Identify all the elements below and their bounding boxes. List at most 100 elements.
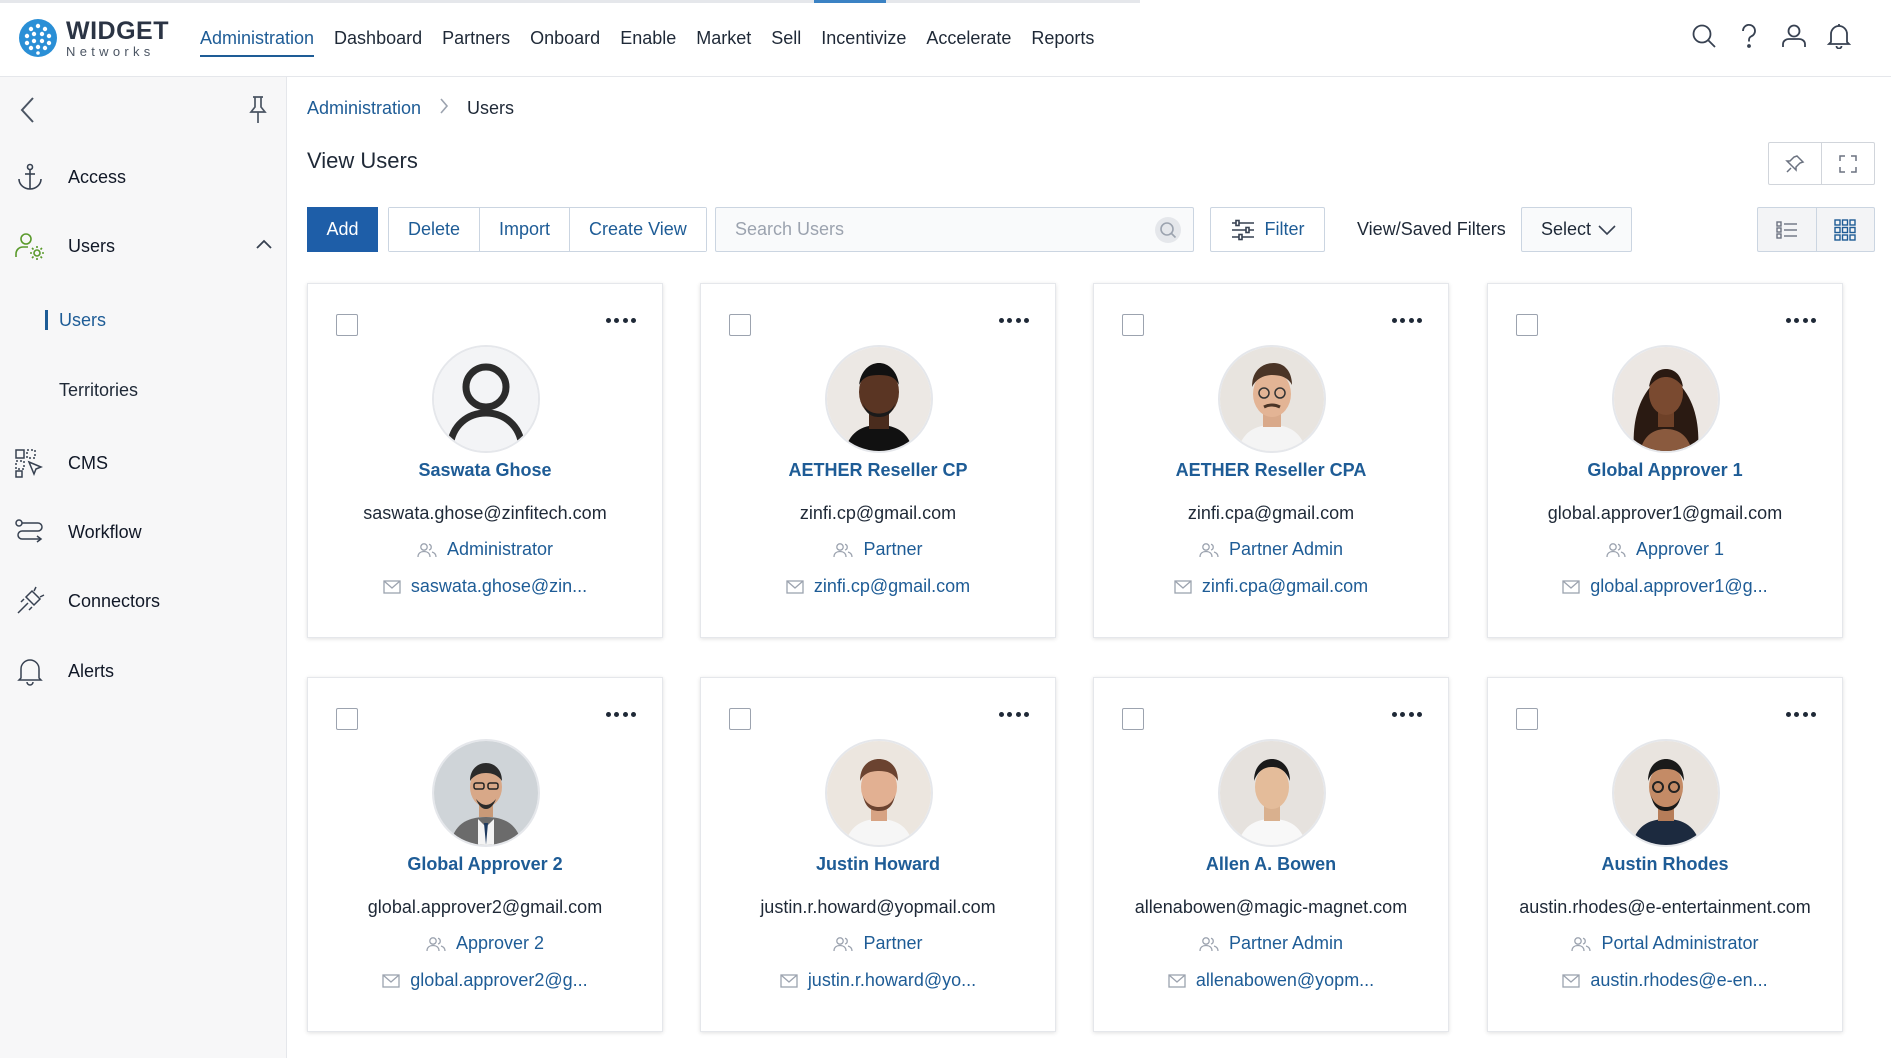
nav-enable[interactable]: Enable <box>620 0 676 77</box>
select-checkbox[interactable] <box>1516 708 1538 730</box>
select-checkbox[interactable] <box>1516 314 1538 336</box>
add-button[interactable]: Add <box>307 207 378 252</box>
sidebar-item-connectors[interactable]: Connectors <box>14 581 274 621</box>
user-email-link[interactable]: justin.r.howard@yo... <box>701 970 1055 991</box>
nav-administration[interactable]: Administration <box>200 0 315 77</box>
search-icon[interactable] <box>1155 217 1181 243</box>
user-role-label: Partner Admin <box>1228 933 1344 953</box>
user-name[interactable]: AETHER Reseller CPA <box>1094 460 1448 481</box>
sidebar-item-cms[interactable]: CMS <box>14 443 274 483</box>
users-group-icon <box>426 936 446 951</box>
nav-accelerate[interactable]: Accelerate <box>926 0 1011 77</box>
saved-filters-select[interactable]: Select <box>1521 207 1632 252</box>
sidebar-item-access[interactable]: Access <box>14 157 274 197</box>
delete-button[interactable]: Delete <box>389 208 480 251</box>
user-card[interactable]: Austin Rhodes austin.rhodes@e-entertainm… <box>1487 677 1843 1032</box>
envelope-icon <box>382 973 400 988</box>
nav-incentivize[interactable]: Incentivize <box>821 0 906 77</box>
user-card[interactable]: Global Approver 1 global.approver1@gmail… <box>1487 283 1843 638</box>
user-email-link[interactable]: zinfi.cpa@gmail.com <box>1094 576 1448 597</box>
breadcrumb-parent-link[interactable]: Administration <box>307 98 421 119</box>
chevron-up-icon[interactable] <box>254 234 274 259</box>
user-email-short: zinfi.cp@gmail.com <box>813 576 971 596</box>
user-name[interactable]: Saswata Ghose <box>308 460 662 481</box>
pin-page-icon[interactable] <box>1769 143 1821 184</box>
user-name[interactable]: Global Approver 2 <box>308 854 662 875</box>
user-email-link[interactable]: global.approver1@g... <box>1488 576 1842 597</box>
user-email-link[interactable]: global.approver2@g... <box>308 970 662 991</box>
nav-onboard[interactable]: Onboard <box>530 0 600 77</box>
user-card[interactable]: Global Approver 2 global.approver2@gmail… <box>307 677 663 1032</box>
avatar <box>432 345 540 453</box>
sidebar-subitem-territories[interactable]: Territories <box>59 375 138 405</box>
users-group-icon <box>1199 542 1219 557</box>
user-card[interactable]: AETHER Reseller CPA zinfi.cpa@gmail.com … <box>1093 283 1449 638</box>
collapse-sidebar-chevron-left-icon[interactable] <box>18 95 38 130</box>
sidebar-item-workflow[interactable]: Workflow <box>14 512 274 552</box>
more-options-icon[interactable] <box>1392 704 1422 724</box>
nav-dashboard[interactable]: Dashboard <box>334 0 422 77</box>
select-checkbox[interactable] <box>1122 314 1144 336</box>
more-options-icon[interactable] <box>999 704 1029 724</box>
envelope-icon <box>786 579 804 594</box>
anchor-icon <box>14 161 46 193</box>
user-email-link[interactable]: saswata.ghose@zin... <box>308 576 662 597</box>
nav-reports[interactable]: Reports <box>1031 0 1094 77</box>
user-name[interactable]: Global Approver 1 <box>1488 460 1842 481</box>
select-checkbox[interactable] <box>1122 708 1144 730</box>
list-view-icon[interactable] <box>1758 208 1816 251</box>
user-name[interactable]: Justin Howard <box>701 854 1055 875</box>
select-value: Select <box>1541 219 1592 239</box>
sidebar-item-label: Workflow <box>68 521 142 542</box>
sidebar-item-alerts[interactable]: Alerts <box>14 651 274 691</box>
user-name[interactable]: Allen A. Bowen <box>1094 854 1448 875</box>
connectors-icon <box>14 585 46 617</box>
user-profile-icon[interactable] <box>1780 20 1808 52</box>
user-card[interactable]: Allen A. Bowen allenabowen@magic-magnet.… <box>1093 677 1449 1032</box>
user-name[interactable]: Austin Rhodes <box>1488 854 1842 875</box>
user-email-link[interactable]: allenabowen@yopm... <box>1094 970 1448 991</box>
breadcrumb-current: Users <box>467 98 515 118</box>
user-email-link[interactable]: zinfi.cp@gmail.com <box>701 576 1055 597</box>
user-card[interactable]: Justin Howard justin.r.howard@yopmail.co… <box>700 677 1056 1032</box>
search-icon[interactable] <box>1690 20 1718 52</box>
search-input[interactable] <box>716 208 1136 251</box>
import-button[interactable]: Import <box>479 208 570 251</box>
more-options-icon[interactable] <box>1392 310 1422 330</box>
fullscreen-icon[interactable] <box>1821 143 1874 184</box>
more-options-icon[interactable] <box>1786 704 1816 724</box>
more-options-icon[interactable] <box>1786 310 1816 330</box>
more-options-icon[interactable] <box>606 704 636 724</box>
nav-sell[interactable]: Sell <box>771 0 801 77</box>
nav-partners[interactable]: Partners <box>442 0 510 77</box>
user-email-short: saswata.ghose@zin... <box>410 576 588 596</box>
sidebar-item-label: Users <box>68 235 116 256</box>
more-options-icon[interactable] <box>606 310 636 330</box>
logo[interactable]: WIDGET Networks <box>18 18 169 58</box>
select-checkbox[interactable] <box>336 314 358 336</box>
view-toggle <box>1757 207 1875 252</box>
filter-button[interactable]: Filter <box>1210 207 1325 252</box>
help-icon[interactable] <box>1735 20 1763 52</box>
user-email-link[interactable]: austin.rhodes@e-en... <box>1488 970 1842 991</box>
user-name[interactable]: AETHER Reseller CP <box>701 460 1055 481</box>
select-checkbox[interactable] <box>336 708 358 730</box>
select-checkbox[interactable] <box>729 708 751 730</box>
user-card[interactable]: Saswata Ghose saswata.ghose@zinfitech.co… <box>307 283 663 638</box>
user-role-label: Partner Admin <box>1228 539 1344 559</box>
create-view-button[interactable]: Create View <box>569 208 706 251</box>
sidebar-item-users[interactable]: Users <box>14 226 274 266</box>
notifications-bell-icon[interactable] <box>1825 20 1853 52</box>
sidebar-subitem-users[interactable]: Users <box>45 305 106 335</box>
grid-view-icon[interactable] <box>1815 208 1875 251</box>
breadcrumb: Administration Users <box>307 97 514 120</box>
top-navigation-bar: WIDGET Networks Administration Dashboard… <box>0 0 1891 77</box>
more-options-icon[interactable] <box>999 310 1029 330</box>
user-card[interactable]: AETHER Reseller CP zinfi.cp@gmail.com Pa… <box>700 283 1056 638</box>
nav-market[interactable]: Market <box>696 0 751 77</box>
avatar <box>825 345 933 453</box>
pin-sidebar-icon[interactable] <box>248 95 268 130</box>
envelope-icon <box>1562 579 1580 594</box>
select-checkbox[interactable] <box>729 314 751 336</box>
logo-tagline: Networks <box>66 43 155 59</box>
